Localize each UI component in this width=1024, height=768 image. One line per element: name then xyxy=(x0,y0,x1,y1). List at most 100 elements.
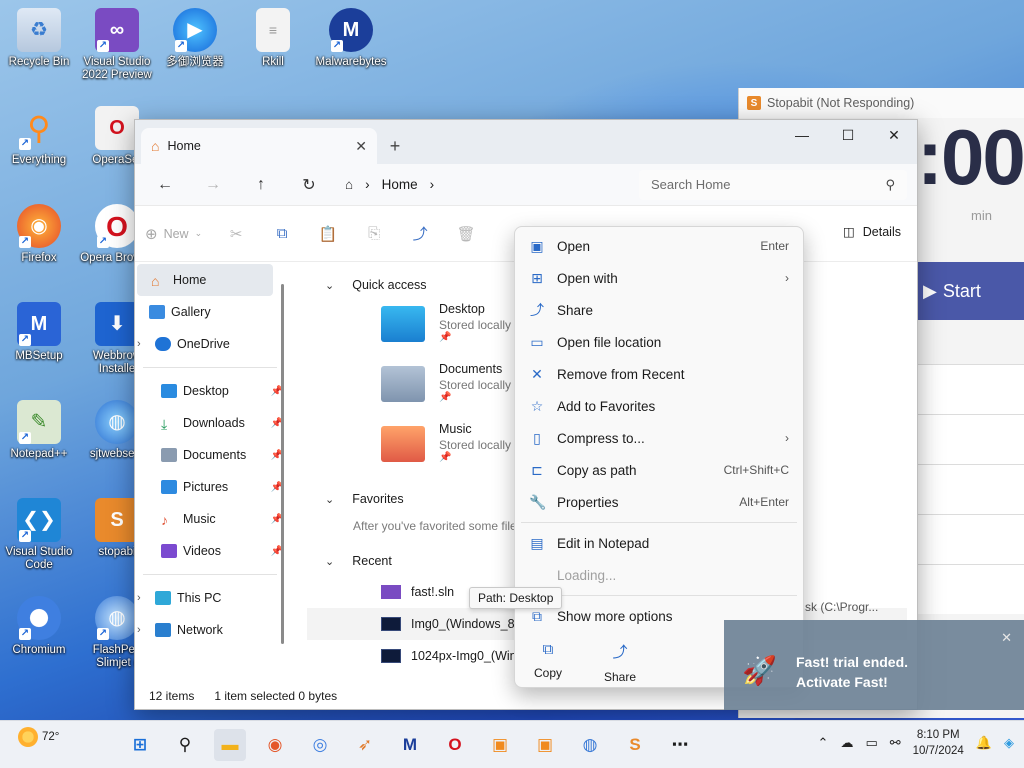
copy-icon[interactable]: ⧉ xyxy=(270,222,294,246)
sidebar-item-desktop[interactable]: Desktop 📌 xyxy=(135,375,285,407)
paste-icon[interactable]: 📋 xyxy=(316,222,340,246)
desktop-icon-label: Firefox xyxy=(21,252,57,264)
menu-item-add-to-favorites[interactable]: ☆ Add to Favorites xyxy=(515,390,803,422)
sidebar-item-music[interactable]: ♪ Music 📌 xyxy=(135,503,285,535)
taskbar-malwarebytes-icon[interactable]: M xyxy=(394,729,426,761)
weather-widget[interactable]: 72° xyxy=(18,727,59,747)
desktop-icon-mbsetup[interactable]: M ↗ MBSetup xyxy=(0,302,78,363)
desktop-icon-visual-studio-preview[interactable]: ∞ ↗ Visual Studio 2022 Preview xyxy=(78,8,156,82)
desktop-icon-recycle-bin[interactable]: ♻ Recycle Bin xyxy=(0,8,78,69)
tray-chevron-up-icon[interactable]: ⌃ xyxy=(818,735,829,751)
share-icon[interactable]: ⤴ xyxy=(408,222,432,246)
menu-item-label: Properties xyxy=(557,494,619,510)
notification-bell-icon[interactable]: 🔔 xyxy=(976,735,992,751)
display-icon[interactable]: ▭ xyxy=(865,735,877,751)
stopabit-start-button[interactable]: ▶ Start xyxy=(917,262,1024,320)
toast-close-icon[interactable]: ✕ xyxy=(1001,630,1012,646)
start-label: Start xyxy=(942,280,981,301)
mbsetup-icon: M ↗ xyxy=(17,302,61,346)
menu-item-copy-as-path[interactable]: ⊏ Copy as path Ctrl+Shift+C xyxy=(515,454,803,486)
desktop-icon-notepadpp[interactable]: ✎ ↗ Notepad++ xyxy=(0,400,78,461)
menu-item-open-with[interactable]: ⊞ Open with › xyxy=(515,262,803,294)
chevron-right-icon: › xyxy=(137,624,141,636)
menu-item-properties[interactable]: 🔧 Properties Alt+Enter xyxy=(515,486,803,518)
notepadpp-icon: ✎ ↗ xyxy=(17,400,61,444)
search-input[interactable]: Search Home ⚲ xyxy=(639,169,907,200)
search-icon: ⚲ xyxy=(885,176,895,192)
sidebar-scrollbar[interactable] xyxy=(281,284,284,644)
desktop-icon-malwarebytes[interactable]: M ↗ Malwarebytes xyxy=(312,8,390,69)
cut-icon[interactable]: ✂ xyxy=(224,222,248,246)
wrench-icon: 🔧 xyxy=(529,493,547,510)
desktop-icon-label: Notepad++ xyxy=(10,448,68,460)
address-bar[interactable]: ⌂ › Home › xyxy=(337,170,617,200)
sidebar-item-label: Home xyxy=(173,273,207,287)
forward-button[interactable]: → xyxy=(193,169,233,201)
rename-icon[interactable]: ⎘ xyxy=(362,222,386,246)
slimjet-icon: ◍ ↗ xyxy=(95,596,139,640)
menu-item-compress-to[interactable]: ▯ Compress to... › xyxy=(515,422,803,454)
music-folder-icon xyxy=(381,426,425,462)
menu-item-remove-from-recent[interactable]: ✕ Remove from Recent xyxy=(515,358,803,390)
desktop-icon-label: Visual Studio 2022 Preview xyxy=(82,56,152,81)
sidebar-item-pictures[interactable]: Pictures 📌 xyxy=(135,471,285,503)
new-tab-button[interactable]: + xyxy=(377,128,413,164)
taskbar-more-icon[interactable]: ⋯ xyxy=(664,729,696,761)
sidebar-item-gallery[interactable]: Gallery xyxy=(135,296,285,328)
clock-date: 10/7/2024 xyxy=(912,745,964,757)
menu-item-edit-in-notepad[interactable]: ▤ Edit in Notepad xyxy=(515,527,803,559)
sidebar-item-this-pc[interactable]: › This PC xyxy=(135,582,285,614)
network-icon[interactable]: ⚯ xyxy=(890,735,901,751)
start-button[interactable]: ⊞ xyxy=(124,729,156,761)
desktop-icon-browser[interactable]: ▶ ↗ 多御浏览器 xyxy=(156,8,234,69)
sidebar-item-home[interactable]: ⌂ Home xyxy=(137,264,273,296)
menu-item-open[interactable]: ▣ Open Enter xyxy=(515,230,803,262)
close-tab-icon[interactable]: ✕ xyxy=(355,138,367,155)
up-button[interactable]: ↑ xyxy=(241,169,281,201)
cloud-offline-icon[interactable]: ☁ xyxy=(840,735,853,751)
tab-title: Home xyxy=(167,139,201,153)
taskbar-firefox-icon[interactable]: ◉ xyxy=(259,729,291,761)
menu-item-share[interactable]: ⤴ Share xyxy=(515,294,803,326)
stopabit-logo-icon: S xyxy=(747,96,761,110)
clock[interactable]: 8:10 PM 10/7/2024 xyxy=(913,727,964,759)
documents-icon xyxy=(161,448,177,462)
image-file-icon xyxy=(381,617,401,631)
taskbar-file-explorer-icon[interactable]: ▬ xyxy=(214,729,246,761)
desktop-icon-chromium[interactable]: ↗ Chromium xyxy=(0,596,78,657)
desktop-icon-vscode[interactable]: ❮❯ ↗ Visual Studio Code xyxy=(0,498,78,572)
explorer-tab-home[interactable]: ⌂ Home ✕ xyxy=(141,128,377,164)
details-button[interactable]: ◫ Details xyxy=(843,224,901,240)
delete-icon[interactable]: 🗑 xyxy=(454,222,478,246)
desktop-icon-everything[interactable]: ⚲ ↗ Everything xyxy=(0,106,78,167)
documents-folder-icon xyxy=(381,366,425,402)
breadcrumb-home[interactable]: Home xyxy=(382,177,418,192)
taskbar-stopabit-icon[interactable]: S xyxy=(619,729,651,761)
new-button[interactable]: ⊕ New ⌄ xyxy=(145,225,202,243)
taskbar-opera-icon[interactable]: O xyxy=(439,729,471,761)
sidebar-item-videos[interactable]: Videos 📌 xyxy=(135,535,285,567)
desktop-icon-rkill[interactable]: ≡ Rkill xyxy=(234,8,312,69)
minimize-button[interactable]: — xyxy=(779,120,825,150)
copilot-icon[interactable]: ◈ xyxy=(1004,735,1014,751)
sidebar-item-onedrive[interactable]: › OneDrive xyxy=(135,328,285,360)
taskbar-app-icon[interactable]: ▣ xyxy=(529,729,561,761)
sidebar-item-documents[interactable]: Documents 📌 xyxy=(135,439,285,471)
quick-copy-button[interactable]: ⧉ Copy xyxy=(525,627,571,687)
close-window-button[interactable]: ✕ xyxy=(871,120,917,150)
menu-item-open-file-location[interactable]: ▭ Open file location xyxy=(515,326,803,358)
taskbar-search-icon[interactable]: ⚲ xyxy=(169,729,201,761)
refresh-button[interactable]: ↻ xyxy=(289,169,329,201)
fast-notification-toast[interactable]: 🚀 Fast! trial ended. Activate Fast! ✕ xyxy=(724,620,1024,710)
sidebar-item-label: Downloads xyxy=(183,416,245,430)
taskbar-rocket-icon[interactable]: ➶ xyxy=(349,729,381,761)
sidebar-item-network[interactable]: › Network xyxy=(135,614,285,646)
maximize-button[interactable]: ☐ xyxy=(825,120,871,150)
desktop-icon-firefox[interactable]: ◉ ↗ Firefox xyxy=(0,204,78,265)
taskbar-globe-icon[interactable]: ◍ xyxy=(574,729,606,761)
taskbar-store-icon[interactable]: ▣ xyxy=(484,729,516,761)
quick-share-button[interactable]: ⤴ Share xyxy=(597,627,643,687)
taskbar-chromium-icon[interactable]: ◎ xyxy=(304,729,336,761)
back-button[interactable]: ← xyxy=(145,169,185,201)
sidebar-item-downloads[interactable]: ⤓ Downloads 📌 xyxy=(135,407,285,439)
